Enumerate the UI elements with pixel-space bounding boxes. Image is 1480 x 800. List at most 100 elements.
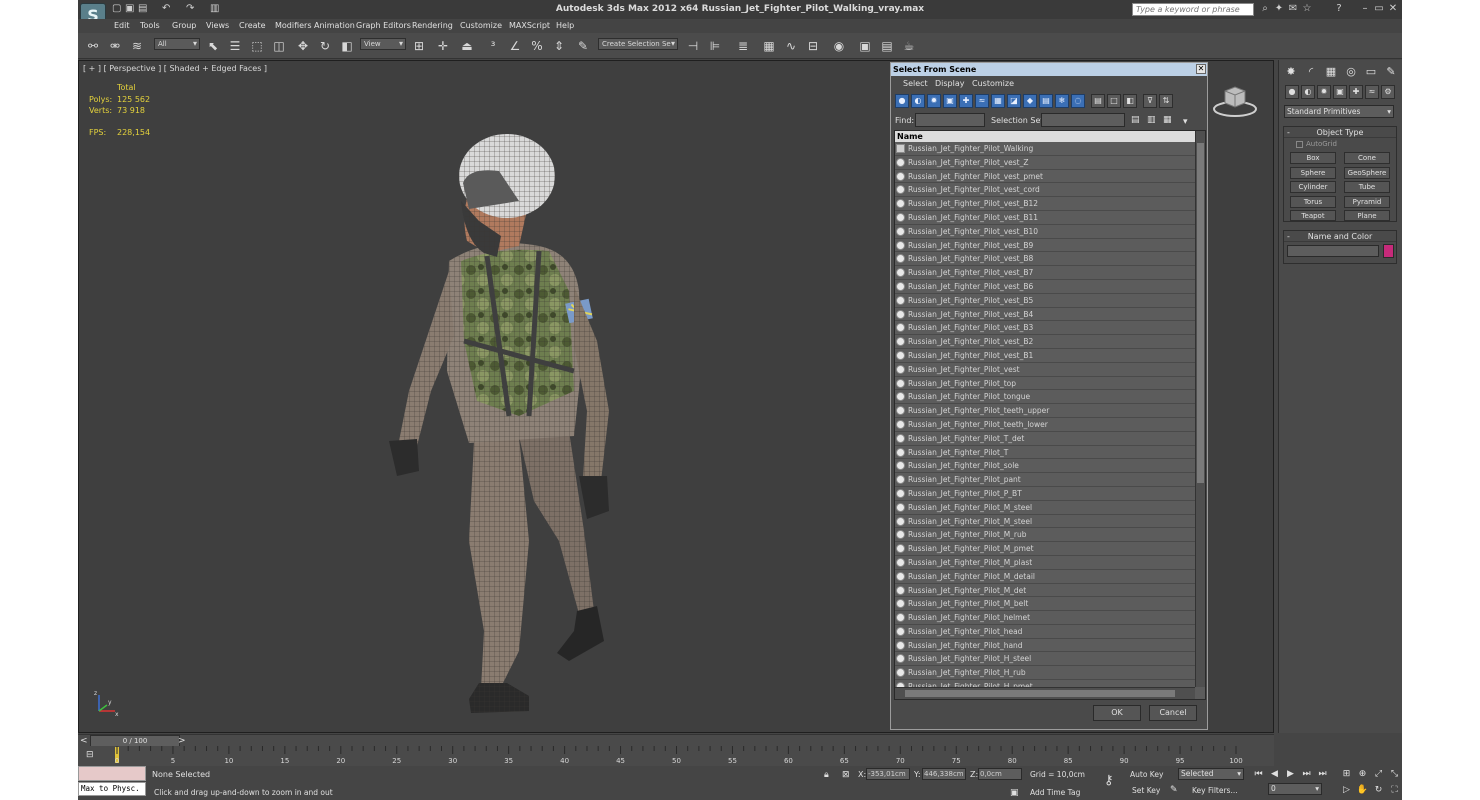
- viewcube-icon[interactable]: [1213, 83, 1257, 117]
- display-tab-icon[interactable]: ▭: [1363, 64, 1379, 80]
- select-manipulate-icon[interactable]: ✛: [434, 37, 452, 55]
- menu-customize[interactable]: Customize: [460, 21, 502, 30]
- column-header-name[interactable]: Name: [895, 131, 1195, 142]
- list-item[interactable]: Russian_Jet_Fighter_Pilot_vest_B4: [895, 308, 1195, 322]
- maxscript-listener-output[interactable]: [78, 766, 146, 781]
- list-item[interactable]: Russian_Jet_Fighter_Pilot_teeth_upper: [895, 404, 1195, 418]
- list-item[interactable]: Russian_Jet_Fighter_Pilot_head: [895, 625, 1195, 639]
- list-item[interactable]: Russian_Jet_Fighter_Pilot_vest_B12: [895, 197, 1195, 211]
- menu-modifiers[interactable]: Modifiers: [275, 21, 312, 30]
- selection-filter-dropdown[interactable]: All: [154, 38, 200, 50]
- select-invert-icon[interactable]: ▦: [1163, 115, 1172, 125]
- key-mode-dropdown[interactable]: Selected: [1178, 768, 1244, 780]
- list-item[interactable]: Russian_Jet_Fighter_Pilot_vest_B9: [895, 239, 1195, 253]
- display-groups-icon[interactable]: ▦: [991, 94, 1005, 108]
- horizontal-scroll-thumb[interactable]: [905, 690, 1175, 697]
- display-shapes-icon[interactable]: ◐: [911, 94, 925, 108]
- help-icon[interactable]: ?: [1334, 4, 1344, 14]
- render-production-icon[interactable]: ☕: [900, 37, 918, 55]
- select-by-name-icon[interactable]: ☰: [226, 37, 244, 55]
- selection-set-dropdown[interactable]: [1041, 113, 1125, 127]
- menu-animation[interactable]: Animation: [314, 21, 355, 30]
- dialog-close-icon[interactable]: ✕: [1196, 64, 1206, 74]
- menu-group[interactable]: Group: [172, 21, 196, 30]
- geometry-category-icon[interactable]: ●: [1285, 85, 1299, 99]
- list-item[interactable]: Russian_Jet_Fighter_Pilot_vest_cord: [895, 183, 1195, 198]
- rendered-frame-window-icon[interactable]: ▤: [878, 37, 896, 55]
- display-lights-icon[interactable]: ✹: [927, 94, 941, 108]
- menu-views[interactable]: Views: [206, 21, 229, 30]
- primitive-type-dropdown[interactable]: Standard Primitives: [1284, 105, 1394, 118]
- display-cameras-icon[interactable]: ▣: [943, 94, 957, 108]
- pilot-model[interactable]: [369, 71, 649, 721]
- zoom-all-icon[interactable]: ⤡: [1388, 768, 1401, 780]
- find-input[interactable]: [915, 113, 985, 127]
- list-item[interactable]: Russian_Jet_Fighter_Pilot_vest_B5: [895, 294, 1195, 308]
- display-helpers-icon[interactable]: ✚: [959, 94, 973, 108]
- box-button[interactable]: Box: [1290, 152, 1336, 164]
- ok-button[interactable]: OK: [1093, 705, 1141, 721]
- keyboard-shortcut-icon[interactable]: ⏏: [458, 37, 476, 55]
- list-item[interactable]: Russian_Jet_Fighter_Pilot_sole: [895, 459, 1195, 474]
- go-to-end-icon[interactable]: ⏭: [1316, 768, 1329, 780]
- window-crossing-icon[interactable]: ◫: [270, 37, 288, 55]
- list-item[interactable]: Russian_Jet_Fighter_Pilot_M_steel: [895, 501, 1195, 515]
- favorites-icon[interactable]: ☆: [1302, 4, 1312, 14]
- spinner-snap-icon[interactable]: ⇕: [550, 37, 568, 55]
- lock-selection-icon[interactable]: 🔒︎: [824, 770, 829, 780]
- list-item[interactable]: Russian_Jet_Fighter_Pilot_vest_B6: [895, 280, 1195, 294]
- snaps-toggle-icon[interactable]: ³: [484, 37, 502, 55]
- x-coordinate-field[interactable]: -353,01cm: [866, 768, 910, 780]
- material-editor-icon[interactable]: ◉: [830, 37, 848, 55]
- binoculars-icon[interactable]: ⌕: [1260, 4, 1270, 14]
- menu-create[interactable]: Create: [239, 21, 266, 30]
- subscription-icon[interactable]: ✦: [1274, 4, 1284, 14]
- torus-button[interactable]: Torus: [1290, 196, 1336, 208]
- list-item[interactable]: Russian_Jet_Fighter_Pilot_pant: [895, 473, 1195, 487]
- list-item[interactable]: Russian_Jet_Fighter_Pilot_tongue: [895, 390, 1195, 405]
- select-and-move-icon[interactable]: ✥: [294, 37, 312, 55]
- list-item[interactable]: Russian_Jet_Fighter_Pilot_vest_B2: [895, 335, 1195, 349]
- display-geometry-icon[interactable]: ●: [895, 94, 909, 108]
- menu-edit[interactable]: Edit: [114, 21, 130, 30]
- dialog-menu-display[interactable]: Display: [935, 79, 965, 88]
- list-item[interactable]: Russian_Jet_Fighter_Pilot_top: [895, 377, 1195, 391]
- plane-button[interactable]: Plane: [1344, 210, 1390, 221]
- display-xrefs-icon[interactable]: ◪: [1007, 94, 1021, 108]
- menu-graph-editors[interactable]: Graph Editors: [356, 21, 411, 30]
- communication-center-icon[interactable]: ✉: [1288, 4, 1298, 14]
- horizontal-scrollbar[interactable]: [895, 687, 1195, 699]
- options-arrow-icon[interactable]: ▾: [1183, 117, 1188, 127]
- cancel-button[interactable]: Cancel: [1149, 705, 1197, 721]
- field-of-view-icon[interactable]: ▷: [1340, 784, 1353, 796]
- list-item[interactable]: Russian_Jet_Fighter_Pilot_T: [895, 446, 1195, 460]
- select-all-icon[interactable]: ▤: [1131, 115, 1140, 125]
- auto-key-button[interactable]: Auto Key: [1130, 770, 1163, 779]
- select-and-link-icon[interactable]: ⚯: [84, 37, 102, 55]
- list-item[interactable]: Russian_Jet_Fighter_Pilot_M_detail: [895, 570, 1195, 584]
- list-item[interactable]: Russian_Jet_Fighter_Pilot_H_steel: [895, 652, 1195, 667]
- selection-region-icon[interactable]: ⬚: [248, 37, 266, 55]
- list-item[interactable]: Russian_Jet_Fighter_Pilot_H_rub: [895, 666, 1195, 681]
- select-and-rotate-icon[interactable]: ↻: [316, 37, 334, 55]
- select-object-icon[interactable]: ⬉: [204, 37, 222, 55]
- list-item[interactable]: Russian_Jet_Fighter_Pilot_vest_Z: [895, 156, 1195, 170]
- key-filter-pen-icon[interactable]: ✎: [1170, 785, 1178, 795]
- utilities-tab-icon[interactable]: ✎: [1383, 64, 1399, 80]
- slider-prev-icon[interactable]: <: [80, 736, 88, 746]
- slider-next-icon[interactable]: >: [178, 736, 186, 746]
- display-hidden-icon[interactable]: ◌: [1071, 94, 1085, 108]
- minimize-icon[interactable]: –: [1360, 4, 1370, 14]
- set-key-icon[interactable]: ⚷: [1104, 774, 1114, 787]
- align-icon[interactable]: ⊫: [706, 37, 724, 55]
- list-item[interactable]: Russian_Jet_Fighter_Pilot_M_belt: [895, 597, 1195, 612]
- helpers-category-icon[interactable]: ✚: [1349, 85, 1363, 99]
- viewport-label[interactable]: [ + ] [ Perspective ] [ Shaded + Edged F…: [83, 64, 267, 73]
- maxscript-mini-listener[interactable]: Max to Physc.: [78, 782, 146, 796]
- unlink-icon[interactable]: ⚮: [106, 37, 124, 55]
- list-item[interactable]: Russian_Jet_Fighter_Pilot_P_BT: [895, 487, 1195, 501]
- list-item[interactable]: Russian_Jet_Fighter_Pilot_vest_B11: [895, 211, 1195, 225]
- hierarchy-tab-icon[interactable]: ▦: [1323, 64, 1339, 80]
- z-coordinate-field[interactable]: 0,0cm: [978, 768, 1022, 780]
- object-name-input[interactable]: [1287, 245, 1379, 257]
